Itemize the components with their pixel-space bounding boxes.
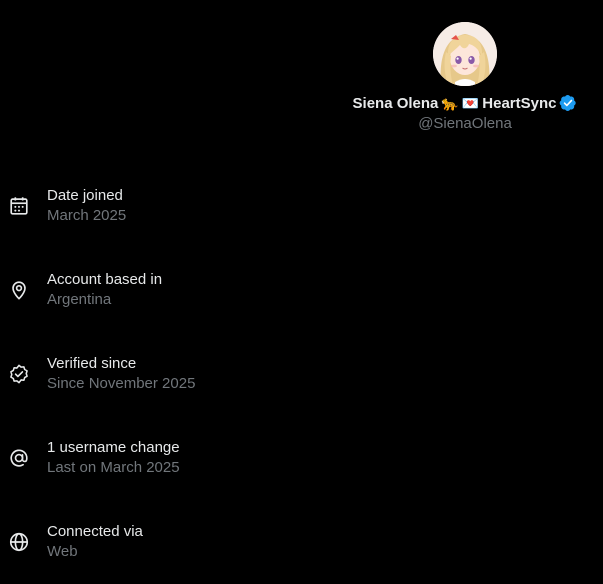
info-value: March 2025 bbox=[47, 207, 127, 224]
info-label: Account based in bbox=[47, 271, 163, 288]
avatar[interactable] bbox=[433, 22, 497, 86]
info-value: Last on March 2025 bbox=[47, 459, 180, 476]
info-value: Web bbox=[47, 543, 78, 560]
info-text: 1 username change Last on March 2025 bbox=[47, 438, 180, 478]
info-label: 1 username change bbox=[47, 439, 180, 456]
leopard-emoji-icon: 🐆 bbox=[441, 95, 459, 111]
info-item-verified-since: Verified since Since November 2025 bbox=[0, 354, 603, 438]
verified-badge-icon bbox=[10, 364, 28, 384]
location-pin-icon bbox=[12, 281, 26, 300]
info-text: Account based in Argentina bbox=[47, 270, 162, 310]
globe-icon bbox=[9, 532, 29, 552]
info-item-connected-via: Connected via Web bbox=[0, 522, 603, 584]
info-item-date-joined: Date joined March 2025 bbox=[0, 186, 603, 270]
info-label: Date joined bbox=[47, 187, 123, 204]
display-name: Siena Olena bbox=[352, 94, 439, 112]
love-letter-emoji-icon: 💌 bbox=[461, 95, 480, 111]
info-value: Argentina bbox=[47, 291, 112, 308]
info-text: Verified since Since November 2025 bbox=[47, 354, 195, 394]
verified-check-icon[interactable] bbox=[559, 94, 577, 112]
info-label: Verified since bbox=[47, 355, 137, 372]
info-item-username-change: 1 username change Last on March 2025 bbox=[0, 438, 603, 522]
profile-header: Siena Olena 🐆 💌 HeartSync @SienaOlena bbox=[330, 22, 600, 132]
display-name-row: Siena Olena 🐆 💌 HeartSync bbox=[330, 94, 600, 112]
info-label: Connected via bbox=[47, 523, 143, 540]
info-item-account-based-in: Account based in Argentina bbox=[0, 270, 603, 354]
at-sign-icon bbox=[10, 449, 28, 467]
display-name-suffix: HeartSync bbox=[482, 94, 557, 112]
info-value: Since November 2025 bbox=[47, 375, 196, 392]
info-text: Connected via Web bbox=[47, 522, 143, 562]
about-account-page: Siena Olena 🐆 💌 HeartSync @SienaOlena Da… bbox=[0, 0, 603, 584]
info-text: Date joined March 2025 bbox=[47, 186, 126, 226]
account-info-list: Date joined March 2025 Account based in … bbox=[0, 186, 603, 584]
calendar-icon bbox=[10, 197, 28, 215]
avatar-image bbox=[433, 22, 497, 86]
user-handle: @SienaOlena bbox=[418, 115, 512, 132]
